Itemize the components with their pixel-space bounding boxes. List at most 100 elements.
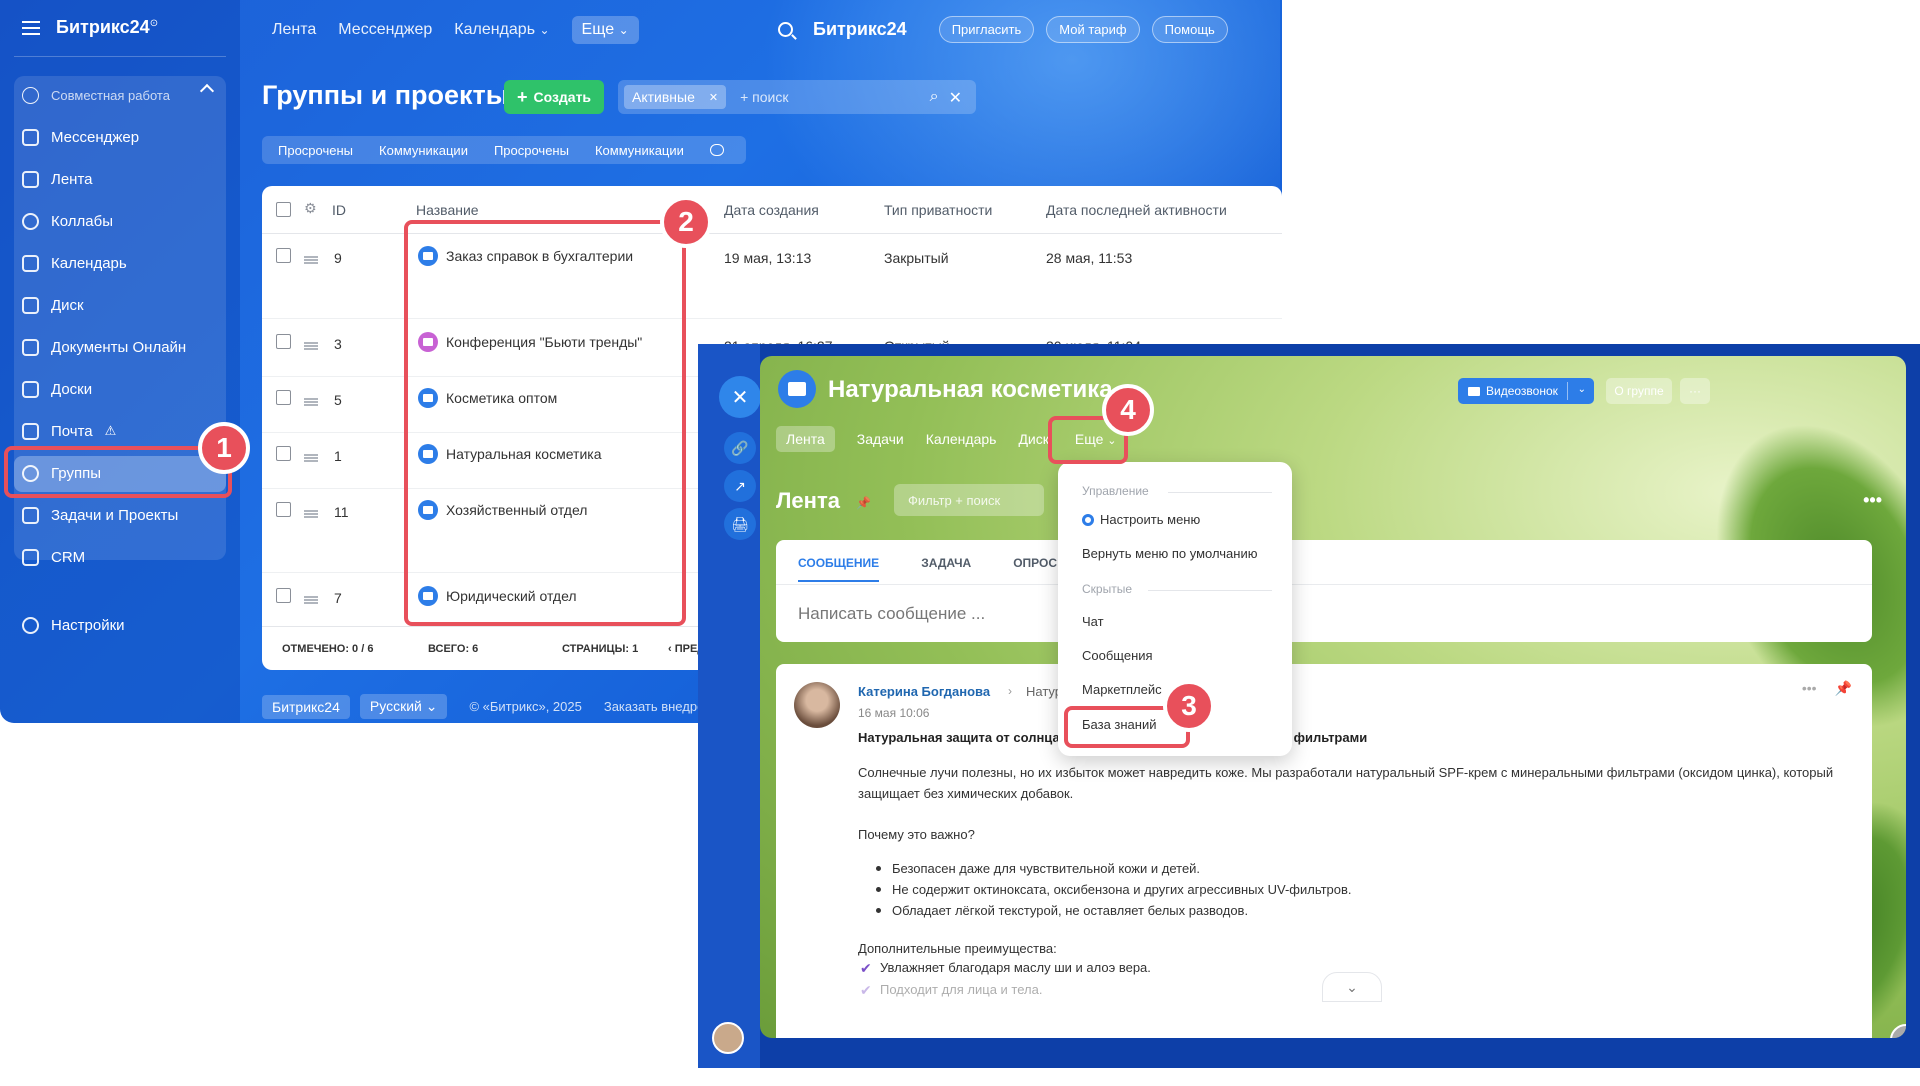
topnav-more[interactable]: Еще ⌄ — [571, 16, 639, 44]
row-id: 5 — [334, 392, 342, 408]
tab-disk[interactable]: Диск — [1018, 431, 1048, 447]
post-author[interactable]: Катерина Богданова — [858, 684, 990, 699]
close-button[interactable]: ✕ — [719, 376, 761, 418]
sidebar-section-collab[interactable]: Совместная работа — [22, 78, 170, 112]
preset-overdue[interactable]: Просрочены — [494, 143, 569, 158]
sidebar-item-tasks[interactable]: Задачи и Проекты — [22, 498, 178, 532]
drag-handle-icon[interactable] — [304, 454, 318, 462]
header-more-button[interactable]: ··· — [1680, 378, 1710, 404]
clear-icon[interactable]: ✕ — [949, 88, 962, 108]
sidebar-item-mail[interactable]: Почта ⚠ — [22, 414, 116, 448]
page-title: Группы и проекты — [262, 80, 509, 110]
feed-filter-input[interactable]: Фильтр + поиск — [894, 484, 1044, 516]
chat-bubble-icon[interactable] — [709, 144, 724, 156]
preset-communications[interactable]: Коммуникации — [595, 143, 684, 158]
sidebar-item-disk[interactable]: Диск — [22, 288, 84, 322]
tariff-button[interactable]: Мой тариф — [1046, 16, 1140, 43]
tab-feed[interactable]: Лента — [776, 426, 835, 452]
more-icon[interactable]: ••• — [1802, 680, 1817, 697]
tab-message[interactable]: СООБЩЕНИЕ — [798, 556, 880, 582]
filter-search-box[interactable]: Активные ✕ + поиск ⌕ ✕ — [618, 80, 976, 114]
top-right-bar: Битрикс24 Пригласить Мой тариф Помощь — [778, 16, 1228, 43]
column-created[interactable]: Дата создания — [724, 202, 819, 218]
calendar-icon — [22, 254, 39, 272]
column-id[interactable]: ID — [332, 202, 346, 218]
more-icon[interactable]: ••• — [1863, 490, 1882, 511]
sidebar-item-crm[interactable]: CRM — [22, 540, 85, 574]
create-button[interactable]: + Создать — [504, 80, 604, 114]
invite-button[interactable]: Пригласить — [938, 16, 1035, 43]
about-group-button[interactable]: О группе — [1606, 378, 1672, 404]
search-icon[interactable]: ⌕ — [930, 88, 939, 108]
composer-divider — [776, 584, 1872, 585]
tab-task[interactable]: ЗАДАЧА — [921, 556, 971, 582]
select-all-checkbox[interactable] — [276, 202, 291, 217]
sidebar-item-label: Настройки — [51, 616, 125, 634]
drag-handle-icon[interactable] — [304, 510, 318, 518]
drag-handle-icon[interactable] — [304, 342, 318, 350]
header-brand[interactable]: Битрикс24 — [813, 19, 907, 40]
expand-button[interactable]: ⌄ — [1322, 972, 1382, 1002]
row-checkbox[interactable] — [276, 390, 291, 405]
row-checkbox[interactable] — [276, 446, 291, 461]
logo[interactable]: Битрикс24⊙ — [56, 17, 158, 38]
drag-handle-icon[interactable] — [304, 398, 318, 406]
row-checkbox[interactable] — [276, 248, 291, 263]
menu-item-configure[interactable]: Настроить меню — [1082, 512, 1200, 527]
plus-icon: + — [516, 86, 528, 107]
sidebar-item-messenger[interactable]: Мессенджер — [22, 120, 139, 154]
post-date[interactable]: 16 мая 10:06 — [858, 706, 929, 720]
language-select[interactable]: Русский ⌄ — [359, 694, 448, 719]
column-name[interactable]: Название — [416, 202, 479, 218]
open-new-window-button[interactable]: ↗ — [724, 470, 756, 502]
sidebar-item-label: Лента — [51, 170, 93, 188]
avatar[interactable] — [712, 1022, 744, 1054]
sidebar-item-calendar[interactable]: Календарь — [22, 246, 127, 280]
gear-icon — [1082, 513, 1094, 526]
preset-overdue[interactable]: Просрочены — [278, 143, 353, 158]
column-activity[interactable]: Дата последней активности — [1046, 202, 1227, 218]
menu-item-label: Настроить меню — [1100, 512, 1201, 527]
sidebar-item-collabs[interactable]: Коллабы — [22, 204, 113, 238]
help-button[interactable]: Помощь — [1151, 16, 1228, 43]
footer-brand[interactable]: Битрикс24 — [262, 694, 350, 719]
print-button[interactable]: 🖨 — [724, 508, 756, 540]
sidebar-item-feed[interactable]: Лента — [22, 162, 93, 196]
link-button[interactable]: 🔗 — [724, 432, 756, 464]
gear-icon[interactable]: ⚙ — [304, 200, 317, 217]
tab-poll[interactable]: ОПРОС — [1013, 556, 1057, 582]
pin-icon[interactable]: 📌 — [856, 496, 871, 510]
topnav-feed[interactable]: Лента — [272, 21, 316, 39]
menu-icon[interactable] — [22, 20, 40, 35]
search-icon[interactable] — [778, 22, 793, 37]
close-icon[interactable]: ✕ — [709, 91, 718, 104]
footer-marked: ОТМЕЧЕНО: 0 / 6 — [282, 643, 374, 655]
message-input[interactable]: Написать сообщение ... — [798, 604, 985, 624]
preset-communications[interactable]: Коммуникации — [379, 143, 468, 158]
video-call-button[interactable]: Видеозвонок ⌄ — [1458, 378, 1594, 404]
pin-icon[interactable]: 📌 — [1835, 680, 1852, 697]
column-privacy[interactable]: Тип приватности — [884, 202, 992, 218]
sidebar-item-documents[interactable]: Документы Онлайн — [22, 330, 186, 364]
topnav-messenger[interactable]: Мессенджер — [338, 21, 432, 39]
row-checkbox[interactable] — [276, 502, 291, 517]
avatar[interactable] — [794, 682, 840, 728]
step-badge-2: 2 — [660, 196, 712, 248]
menu-item-messages[interactable]: Сообщения — [1082, 648, 1153, 663]
drag-handle-icon[interactable] — [304, 256, 318, 264]
menu-item-marketplace[interactable]: Маркетплейс — [1082, 682, 1162, 697]
menu-item-reset[interactable]: Вернуть меню по умолчанию — [1082, 546, 1257, 561]
chevron-down-icon[interactable]: ⌄ — [1578, 384, 1586, 395]
menu-item-chat[interactable]: Чат — [1082, 614, 1104, 629]
row-checkbox[interactable] — [276, 588, 291, 603]
sidebar-item-settings[interactable]: Настройки — [22, 608, 125, 642]
folder-icon — [778, 370, 816, 408]
filter-chip-active[interactable]: Активные ✕ — [624, 85, 727, 109]
tab-calendar[interactable]: Календарь — [926, 431, 997, 447]
drag-handle-icon[interactable] — [304, 596, 318, 604]
tab-tasks[interactable]: Задачи — [857, 431, 904, 447]
sidebar-divider — [14, 56, 226, 57]
sidebar-item-boards[interactable]: Доски — [22, 372, 92, 406]
topnav-calendar[interactable]: Календарь ⌄ — [454, 21, 549, 39]
row-checkbox[interactable] — [276, 334, 291, 349]
